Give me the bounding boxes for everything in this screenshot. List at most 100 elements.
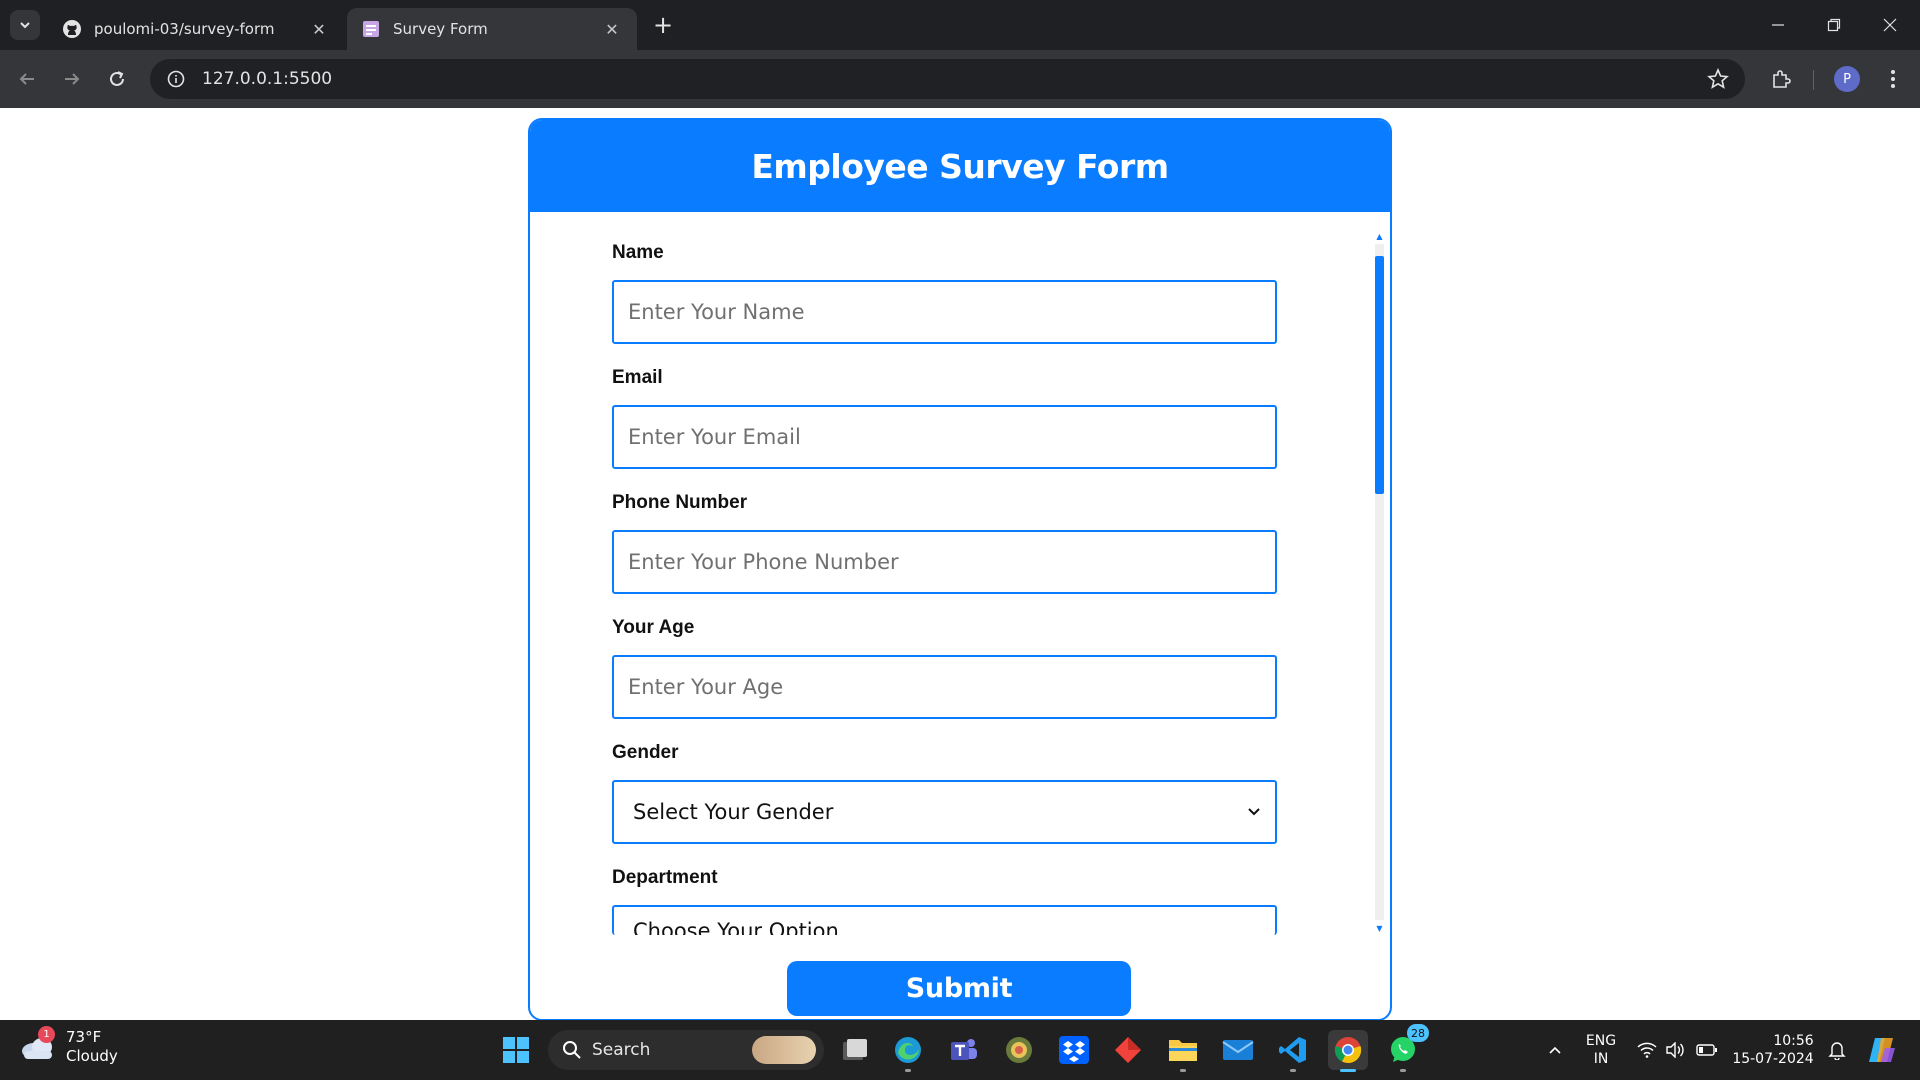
tab-search-button[interactable] (10, 10, 40, 40)
vscode-app[interactable] (1273, 1030, 1313, 1072)
browser-tab-strip: poulomi-03/survey-form ✕ Survey Form ✕ + (0, 0, 1920, 50)
gender-select[interactable]: Select Your Gender (612, 780, 1277, 844)
toolbar-divider (1813, 70, 1814, 90)
close-icon (1883, 18, 1897, 32)
clock-time: 10:56 (1773, 1033, 1814, 1049)
browser-toolbar: 127.0.0.1:5500 P (0, 50, 1920, 108)
task-view-button[interactable] (835, 1030, 875, 1070)
gender-label: Gender (612, 742, 679, 763)
chevron-down-icon (1248, 808, 1260, 816)
language-code: ENG (1585, 1033, 1617, 1049)
phone-label: Phone Number (612, 492, 748, 513)
name-label: Name (612, 242, 664, 263)
chrome-icon (1334, 1037, 1362, 1064)
tab-title: poulomi-03/survey-form (94, 20, 275, 38)
start-button[interactable] (496, 1030, 536, 1070)
reload-button[interactable] (102, 64, 132, 94)
age-input[interactable]: Enter Your Age (612, 655, 1277, 719)
name-placeholder: Enter Your Name (628, 300, 805, 324)
search-highlight-image (752, 1036, 816, 1064)
form-scrollbar[interactable]: ▲ ▼ (1372, 232, 1386, 933)
scroll-up-icon[interactable]: ▲ (1375, 232, 1384, 241)
mail-icon (1222, 1040, 1254, 1060)
git-diamond-icon (1115, 1037, 1141, 1063)
phone-input[interactable]: Enter Your Phone Number (612, 530, 1277, 594)
submit-button[interactable]: Submit (787, 961, 1131, 1016)
page-viewport: Employee Survey Form Name Enter Your Nam… (0, 108, 1920, 1021)
photos-app[interactable] (999, 1030, 1039, 1070)
bookmark-star-icon[interactable] (1707, 67, 1729, 94)
minimize-icon (1772, 24, 1784, 26)
address-bar[interactable]: 127.0.0.1:5500 (150, 59, 1745, 99)
age-label: Your Age (612, 617, 695, 638)
gender-field-group: Gender Select Your Gender (612, 742, 1277, 844)
browser-menu-button[interactable] (1878, 64, 1908, 94)
restore-icon (1827, 18, 1841, 32)
close-window-button[interactable] (1862, 0, 1918, 50)
profile-button[interactable]: P (1832, 64, 1862, 94)
weather-alert-badge: 1 (38, 1026, 55, 1043)
photos-icon (1006, 1037, 1032, 1063)
folder-icon (1169, 1040, 1197, 1061)
scroll-down-icon[interactable]: ▼ (1375, 924, 1384, 933)
git-app[interactable] (1108, 1030, 1148, 1070)
back-button[interactable] (12, 64, 42, 94)
dropbox-app[interactable] (1054, 1030, 1094, 1070)
scrollbar-thumb[interactable] (1375, 256, 1384, 494)
dropbox-icon (1059, 1036, 1089, 1064)
forward-button[interactable] (57, 64, 87, 94)
volume-icon[interactable] (1662, 1020, 1688, 1080)
wifi-icon[interactable] (1634, 1020, 1660, 1080)
name-input[interactable]: Enter Your Name (612, 280, 1277, 344)
close-tab-icon[interactable]: ✕ (308, 18, 330, 40)
vscode-icon (1279, 1037, 1306, 1063)
new-tab-button[interactable]: + (650, 12, 676, 38)
show-hidden-icons-button[interactable] (1540, 1020, 1570, 1080)
weather-condition: Cloudy (66, 1047, 118, 1065)
search-label: Search (592, 1040, 651, 1060)
department-label: Department (612, 867, 718, 888)
battery-icon[interactable] (1692, 1020, 1722, 1080)
arrow-left-icon (19, 73, 34, 85)
restore-button[interactable] (1806, 0, 1862, 50)
gender-selected-value: Select Your Gender (633, 800, 834, 824)
whatsapp-app[interactable]: 28 (1383, 1024, 1429, 1072)
page-title: Employee Survey Form (751, 146, 1169, 186)
copilot-icon[interactable] (1862, 1020, 1902, 1080)
weather-widget[interactable]: 1 73°F Cloudy (20, 1026, 118, 1066)
extensions-button[interactable] (1766, 64, 1796, 94)
edge-app[interactable] (888, 1030, 928, 1072)
email-placeholder: Enter Your Email (628, 425, 801, 449)
tab-title: Survey Form (393, 20, 488, 38)
phone-field-group: Phone Number Enter Your Phone Number (612, 492, 1277, 594)
email-field-group: Email Enter Your Email (612, 367, 1277, 469)
teams-app[interactable] (944, 1030, 984, 1070)
mail-app[interactable] (1218, 1030, 1258, 1070)
reload-icon (110, 71, 124, 86)
notifications-icon[interactable] (1822, 1020, 1852, 1080)
taskbar: 1 73°F Cloudy Search 28 ENG IN 10:56 15-… (0, 1020, 1920, 1080)
minimize-button[interactable] (1750, 0, 1806, 50)
email-input[interactable]: Enter Your Email (612, 405, 1277, 469)
puzzle-icon (1773, 70, 1791, 88)
site-info-icon[interactable] (164, 67, 188, 91)
form-scroll-area[interactable]: Name Enter Your Name Email Enter Your Em… (530, 212, 1390, 937)
language-indicator[interactable]: ENG IN (1578, 1020, 1624, 1080)
teams-icon (951, 1039, 977, 1060)
file-explorer-app[interactable] (1163, 1030, 1203, 1072)
clock-date: 15-07-2024 (1732, 1051, 1814, 1067)
age-placeholder: Enter Your Age (628, 675, 784, 699)
kebab-menu-icon (1891, 70, 1895, 88)
clock[interactable]: 10:56 15-07-2024 (1728, 1020, 1818, 1080)
department-selected-value: Choose Your Option (633, 919, 839, 935)
department-select[interactable]: Choose Your Option (612, 905, 1277, 935)
tab-survey-form[interactable]: Survey Form ✕ (347, 8, 637, 50)
close-tab-icon[interactable]: ✕ (601, 18, 623, 40)
chrome-app[interactable] (1328, 1030, 1368, 1072)
tab-github[interactable]: poulomi-03/survey-form ✕ (48, 8, 344, 50)
url-text[interactable]: 127.0.0.1:5500 (202, 69, 332, 89)
taskbar-search[interactable]: Search (548, 1030, 824, 1070)
form-header: Employee Survey Form (530, 120, 1390, 212)
chevron-up-icon (1549, 1046, 1561, 1054)
page-icon (361, 19, 381, 39)
